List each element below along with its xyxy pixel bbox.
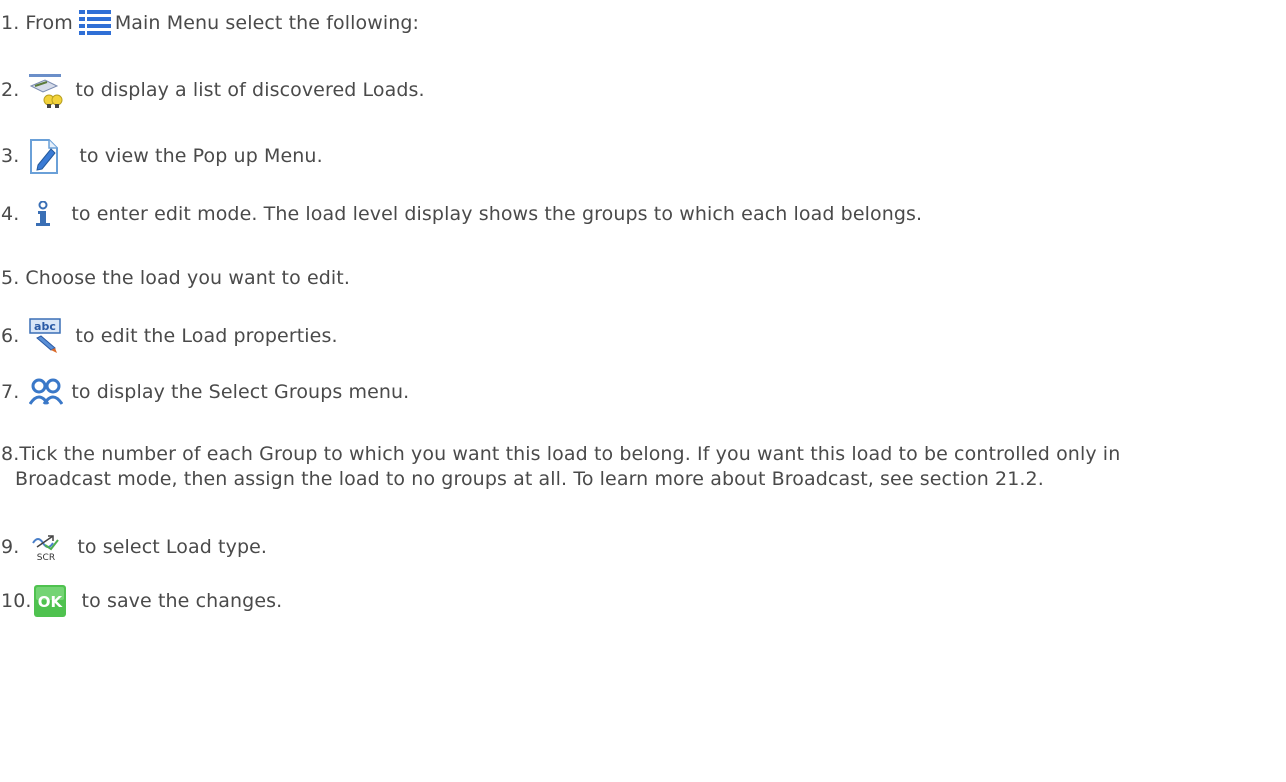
edit-document-icon[interactable]	[29, 137, 59, 175]
ok-label: OK	[37, 593, 63, 611]
step-8: 8.Tick the number of each Group to which…	[1, 441, 1281, 491]
info-icon[interactable]	[33, 200, 53, 227]
step-text: to edit the Load properties.	[75, 325, 338, 347]
step-text: to display the Select Groups menu.	[71, 381, 410, 403]
step-10: 10. OK to save the changes.	[1, 585, 282, 617]
main-menu-icon[interactable]	[78, 9, 111, 37]
step-text: Choose the load you want to edit.	[25, 267, 350, 289]
step-text-prefix: From	[25, 12, 73, 34]
ok-icon[interactable]: OK	[33, 585, 66, 617]
step-number: 4.	[1, 203, 20, 225]
step-number: 10.	[1, 590, 32, 612]
step-number: 1.	[1, 12, 20, 34]
step-text: to display a list of discovered Loads.	[75, 79, 425, 101]
step-number: 2.	[1, 79, 20, 101]
step-3: 3. to view the Pop up Menu.	[1, 137, 323, 175]
step-number: 9.	[1, 536, 20, 558]
groups-icon[interactable]	[29, 378, 64, 406]
step-text-continued: Broadcast mode, then assign the load to …	[15, 468, 1044, 490]
step-7: 7. to display the Select Groups menu.	[1, 378, 409, 406]
step-9: 9. SCR to select Load type.	[1, 532, 268, 563]
step-text: Tick the number of each Group to which y…	[19, 443, 1121, 465]
step-text: Main Menu select the following:	[114, 12, 420, 34]
step-number: 7.	[1, 381, 20, 403]
abc-properties-icon[interactable]: abc	[29, 318, 62, 354]
step-text: to save the changes.	[81, 590, 283, 612]
loads-icon[interactable]	[27, 70, 63, 110]
step-6: 6. abc to edit the Load properties.	[1, 318, 338, 354]
step-text: to enter edit mode. The load level displ…	[71, 203, 923, 225]
step-2: 2. to display a list of discovered Loads…	[1, 70, 425, 110]
scr-load-type-icon[interactable]: SCR	[31, 532, 61, 563]
step-1: 1. From Main Menu select the following:	[1, 9, 419, 37]
svg-text:abc: abc	[34, 320, 56, 333]
scr-label: SCR	[37, 553, 56, 562]
step-number: 8.	[1, 443, 20, 465]
step-text: to select Load type.	[77, 536, 268, 558]
step-4: 4. to enter edit mode. The load level di…	[1, 200, 923, 227]
step-text: to view the Pop up Menu.	[79, 145, 323, 167]
step-number: 6.	[1, 325, 20, 347]
step-number: 5.	[1, 267, 20, 289]
step-number: 3.	[1, 145, 20, 167]
step-5: 5. Choose the load you want to edit.	[1, 266, 350, 290]
